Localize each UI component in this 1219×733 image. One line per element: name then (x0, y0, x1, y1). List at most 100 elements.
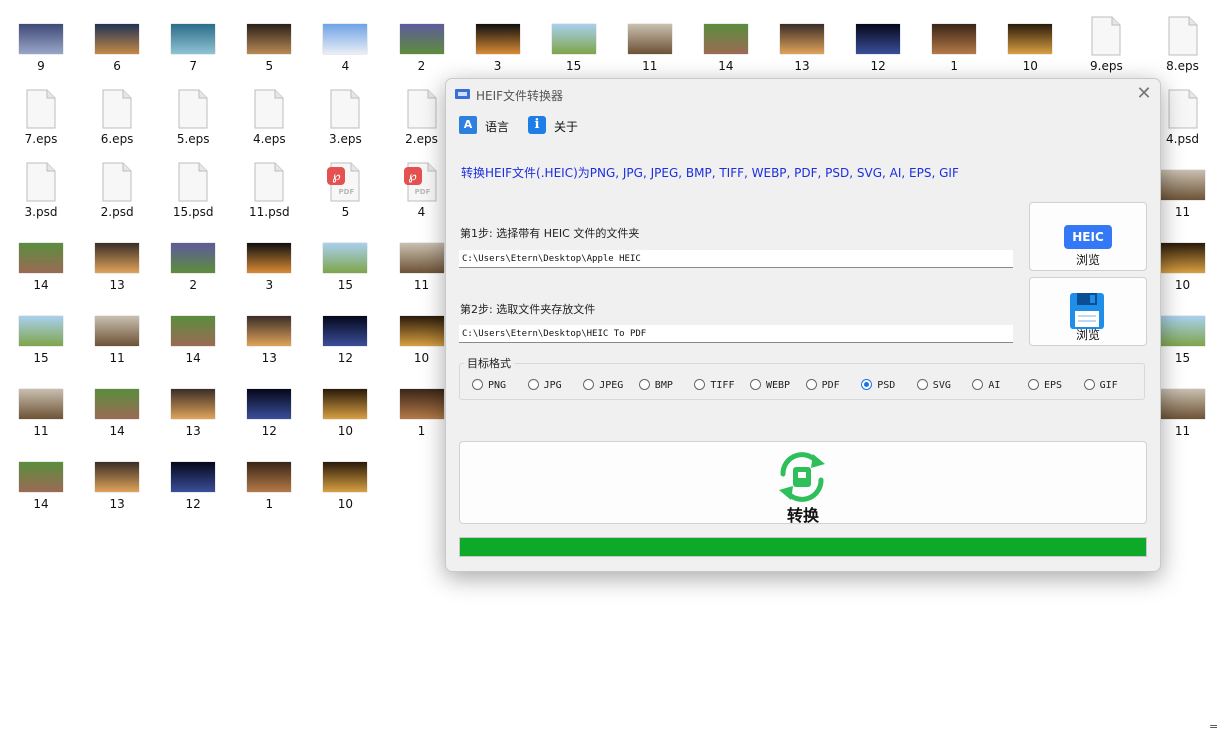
desktop-file-icon[interactable]: 15.psd (161, 156, 225, 219)
desktop-icon-label: 15 (33, 351, 49, 365)
format-radio-psd[interactable]: PSD (861, 379, 895, 391)
desktop-image-icon[interactable]: 13 (770, 10, 834, 73)
desktop-image-icon[interactable]: 11 (9, 375, 73, 438)
desktop-image-icon[interactable]: 10 (313, 448, 377, 511)
convert-button[interactable]: 转换 (459, 441, 1147, 525)
desktop-image-icon[interactable]: 5 (237, 10, 301, 73)
radio-circle[interactable] (1083, 379, 1095, 390)
desktop-image-icon[interactable]: 10 (998, 10, 1062, 73)
radio-circle[interactable] (861, 379, 873, 390)
radio-circle[interactable] (1028, 379, 1039, 390)
output-folder-input[interactable] (459, 325, 1013, 343)
desktop-file-icon[interactable]: 8.eps (1151, 10, 1215, 73)
desktop-file-icon[interactable]: 3.psd (9, 156, 73, 219)
desktop-icon-label: 10 (337, 424, 354, 438)
radio-circle[interactable] (583, 379, 595, 390)
pdf-badge-icon: ℘ (403, 167, 422, 185)
desktop-image-icon[interactable]: 13 (237, 302, 301, 365)
desktop-image-icon[interactable]: 4 (313, 10, 377, 73)
radio-circle[interactable] (694, 379, 706, 390)
desktop-image-icon[interactable]: 3 (466, 10, 530, 73)
menu-bar: A 语言 i 关于 (446, 109, 1160, 141)
format-radio-jpeg[interactable]: JPEG (583, 379, 623, 391)
desktop-file-icon[interactable]: 11.psd (237, 156, 301, 219)
close-button[interactable]: ✕ (1134, 84, 1154, 104)
desktop-image-icon[interactable]: 10 (313, 375, 377, 438)
desktop-image-icon[interactable]: 14 (694, 10, 758, 73)
image-thumbnail (95, 243, 140, 273)
radio-label: TIFF (710, 380, 735, 391)
format-radio-jpg[interactable]: JPG (527, 379, 562, 391)
browse-source-button[interactable]: HEIC 浏览 (1029, 202, 1147, 271)
desktop-image-icon[interactable]: 15 (9, 302, 73, 365)
format-radio-tiff[interactable]: TIFF (694, 379, 734, 391)
desktop-image-icon[interactable]: 2 (390, 10, 454, 73)
radio-label: PNG (488, 380, 507, 391)
desktop-image-icon[interactable]: 10 (390, 302, 454, 365)
image-thumbnail (627, 24, 672, 54)
radio-label: BMP (654, 380, 673, 391)
desktop-image-icon[interactable]: 2 (161, 229, 225, 292)
desktop-image-icon[interactable]: 14 (161, 302, 225, 365)
desktop-image-icon[interactable]: 11 (85, 302, 149, 365)
radio-circle[interactable] (972, 379, 984, 390)
desktop-image-icon[interactable]: 12 (313, 302, 377, 365)
format-radio-png[interactable]: PNG (472, 379, 506, 391)
image-thumbnail (475, 24, 520, 54)
desktop-image-icon[interactable]: 11 (390, 229, 454, 292)
format-radio-ai[interactable]: AI (972, 379, 1000, 391)
browse-output-label: 浏览 (1075, 328, 1100, 342)
format-radio-pdf[interactable]: PDF (805, 379, 840, 391)
desktop-image-icon[interactable]: 12 (846, 10, 910, 73)
desktop-image-icon[interactable]: 14 (9, 448, 73, 511)
desktop-image-icon[interactable]: 13 (85, 229, 149, 292)
format-radio-bmp[interactable]: BMP (638, 379, 673, 391)
desktop-file-icon[interactable]: 3.eps (313, 83, 377, 146)
desktop-file-icon[interactable]: 2.psd (85, 156, 149, 219)
format-radio-eps[interactable]: EPS (1028, 379, 1062, 391)
radio-circle[interactable] (805, 379, 817, 390)
radio-label: GIF (1099, 380, 1118, 391)
format-radio-svg[interactable]: SVG (916, 379, 951, 391)
desktop-image-icon[interactable]: 12 (161, 448, 225, 511)
desktop-image-icon[interactable]: 1 (390, 375, 454, 438)
menu-item-language[interactable]: A 语言 (459, 116, 519, 136)
blank-file-icon (178, 89, 208, 129)
desktop-pdf-icon[interactable]: ℘ PDF 5 (313, 156, 377, 219)
menu-item-about[interactable]: i 关于 (528, 116, 588, 136)
browse-output-button[interactable]: 浏览 (1029, 277, 1147, 346)
desktop-image-icon[interactable]: 15 (313, 229, 377, 292)
desktop-image-icon[interactable]: 12 (237, 375, 301, 438)
desktop-image-icon[interactable]: 13 (161, 375, 225, 438)
source-folder-input[interactable] (459, 250, 1013, 268)
desktop-image-icon[interactable]: 6 (85, 10, 149, 73)
desktop-image-icon[interactable]: 7 (161, 10, 225, 73)
desktop-icon-label: 15.psd (172, 205, 214, 219)
desktop-image-icon[interactable]: 1 (922, 10, 986, 73)
radio-circle[interactable] (750, 379, 761, 390)
desktop-image-icon[interactable]: 3 (237, 229, 301, 292)
desktop-image-icon[interactable]: 11 (618, 10, 682, 73)
radio-circle[interactable] (472, 379, 483, 390)
desktop-file-icon[interactable]: 2.eps (390, 83, 454, 146)
title-bar[interactable]: HEIF文件转换器 ✕ (446, 79, 1160, 109)
desktop-file-icon[interactable]: 7.eps (9, 83, 73, 146)
radio-circle[interactable] (916, 379, 928, 390)
desktop-image-icon[interactable]: 1 (237, 448, 301, 511)
radio-circle[interactable] (527, 379, 539, 390)
desktop-image-icon[interactable]: 14 (9, 229, 73, 292)
desktop-image-icon[interactable]: 9 (9, 10, 73, 73)
desktop-file-icon[interactable]: 9.eps (1074, 10, 1138, 73)
radio-circle[interactable] (638, 379, 650, 390)
target-format-group: 目标格式 PNG JPG JPEG BMP TIFF WEBP PDF PSD SVG AI EPS… (459, 355, 1145, 400)
desktop-pdf-icon[interactable]: ℘ PDF 4 (390, 156, 454, 219)
format-radio-gif[interactable]: GIF (1083, 379, 1118, 391)
desktop-image-icon[interactable]: 15 (542, 10, 606, 73)
format-radio-webp[interactable]: WEBP (750, 379, 790, 391)
desktop-image-icon[interactable]: 14 (85, 375, 149, 438)
desktop-image-icon[interactable]: 13 (85, 448, 149, 511)
desktop-icon-label: 12 (337, 351, 354, 365)
desktop-file-icon[interactable]: 6.eps (85, 83, 149, 146)
desktop-file-icon[interactable]: 5.eps (161, 83, 225, 146)
desktop-file-icon[interactable]: 4.eps (237, 83, 301, 146)
